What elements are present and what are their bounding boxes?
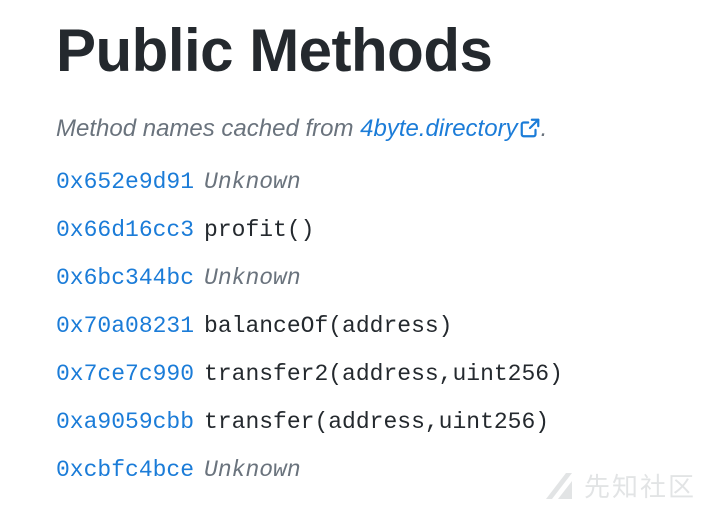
page-title: Public Methods [56, 17, 493, 84]
method-signature: Unknown [204, 169, 301, 195]
method-selector-link[interactable]: 0xcbfc4bce [56, 457, 194, 483]
method-selector-link[interactable]: 0x652e9d91 [56, 169, 194, 195]
watermark-logo-icon [545, 472, 572, 499]
method-source-note: Method names cached from 4byte.directory… [56, 114, 696, 144]
method-selector-link[interactable]: 0x7ce7c990 [56, 361, 194, 387]
external-link-icon [520, 118, 539, 138]
method-row: 0x70a08231 balanceOf(address) [56, 302, 696, 350]
method-row: 0xa9059cbb transfer(address,uint256) [56, 398, 696, 446]
method-signature: transfer2(address,uint256) [204, 361, 563, 387]
method-signature: balanceOf(address) [204, 313, 453, 339]
watermark-text: 先知社区 [583, 473, 696, 503]
method-list: 0x652e9d91 Unknown 0x66d16cc3 profit() 0… [56, 158, 696, 494]
method-signature: profit() [204, 217, 315, 243]
method-signature: Unknown [204, 457, 301, 483]
source-note-suffix: . [540, 115, 548, 142]
method-row: 0x66d16cc3 profit() [56, 206, 696, 254]
source-note-prefix: Method names cached from [56, 115, 361, 142]
method-row: 0x6bc344bc Unknown [56, 254, 696, 302]
method-row: 0x7ce7c990 transfer2(address,uint256) [56, 350, 696, 398]
method-selector-link[interactable]: 0x6bc344bc [56, 265, 194, 291]
method-selector-link[interactable]: 0x70a08231 [56, 313, 194, 339]
method-signature: transfer(address,uint256) [204, 409, 550, 435]
method-signature: Unknown [204, 265, 301, 291]
4byte-directory-link-label: 4byte.directory [360, 115, 518, 142]
4byte-directory-link[interactable]: 4byte.directory [360, 115, 540, 142]
watermark: 先知社区 [542, 467, 696, 504]
public-methods-panel: Public Methods Method names cached from … [56, 14, 696, 510]
method-selector-link[interactable]: 0xa9059cbb [56, 409, 194, 435]
method-selector-link[interactable]: 0x66d16cc3 [56, 217, 194, 243]
method-row: 0x652e9d91 Unknown [56, 158, 696, 206]
